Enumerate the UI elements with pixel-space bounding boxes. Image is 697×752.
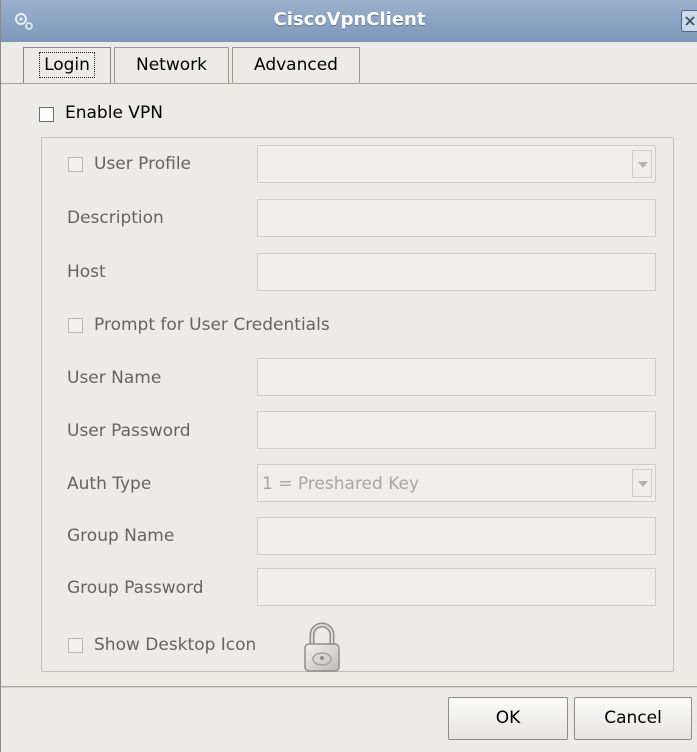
chevron-down-icon[interactable] [632, 469, 652, 497]
lock-icon [301, 621, 343, 678]
tab-network-label: Network [136, 55, 207, 75]
group-name-field[interactable] [257, 517, 656, 555]
user-name-label: User Name [67, 368, 162, 388]
prompt-credentials-label: Prompt for User Credentials [94, 315, 330, 335]
description-field[interactable] [257, 199, 656, 237]
title-bar[interactable]: CiscoVpnClient [1, 0, 697, 42]
ok-button[interactable]: OK [448, 697, 568, 740]
enable-vpn-label[interactable]: Enable VPN [65, 103, 163, 123]
chevron-down-icon[interactable] [632, 150, 652, 178]
tab-advanced[interactable]: Advanced [232, 47, 360, 84]
group-password-label: Group Password [67, 578, 204, 598]
tab-login[interactable]: Login [23, 47, 111, 84]
tab-network[interactable]: Network [114, 47, 229, 84]
show-desktop-icon-checkbox[interactable] [68, 638, 83, 653]
cisco-vpn-client-window: CiscoVpnClient Login Network Advanced En… [0, 0, 697, 752]
tab-login-label: Login [39, 52, 95, 78]
cancel-button[interactable]: Cancel [574, 697, 692, 740]
user-profile-select[interactable] [257, 145, 656, 183]
footer-divider [1, 686, 697, 688]
window-title: CiscoVpnClient [273, 9, 426, 30]
close-icon[interactable] [681, 10, 697, 32]
description-label: Description [67, 208, 164, 228]
tab-advanced-label: Advanced [254, 55, 338, 75]
group-password-field[interactable] [257, 568, 656, 606]
show-desktop-icon-label: Show Desktop Icon [94, 635, 257, 655]
user-profile-checkbox[interactable] [68, 157, 83, 172]
group-name-label: Group Name [67, 526, 175, 546]
host-field[interactable] [257, 253, 656, 291]
prompt-credentials-checkbox[interactable] [68, 318, 83, 333]
auth-type-value: 1 = Preshared Key [262, 474, 420, 494]
host-label: Host [67, 262, 106, 282]
enable-vpn-checkbox[interactable] [39, 107, 54, 122]
user-profile-label: User Profile [94, 154, 192, 174]
user-password-field[interactable] [257, 411, 656, 449]
auth-type-label: Auth Type [67, 474, 152, 494]
user-name-field[interactable] [257, 358, 656, 396]
auth-type-select[interactable]: 1 = Preshared Key [257, 464, 656, 502]
user-password-label: User Password [67, 421, 191, 441]
tab-divider [1, 83, 697, 84]
